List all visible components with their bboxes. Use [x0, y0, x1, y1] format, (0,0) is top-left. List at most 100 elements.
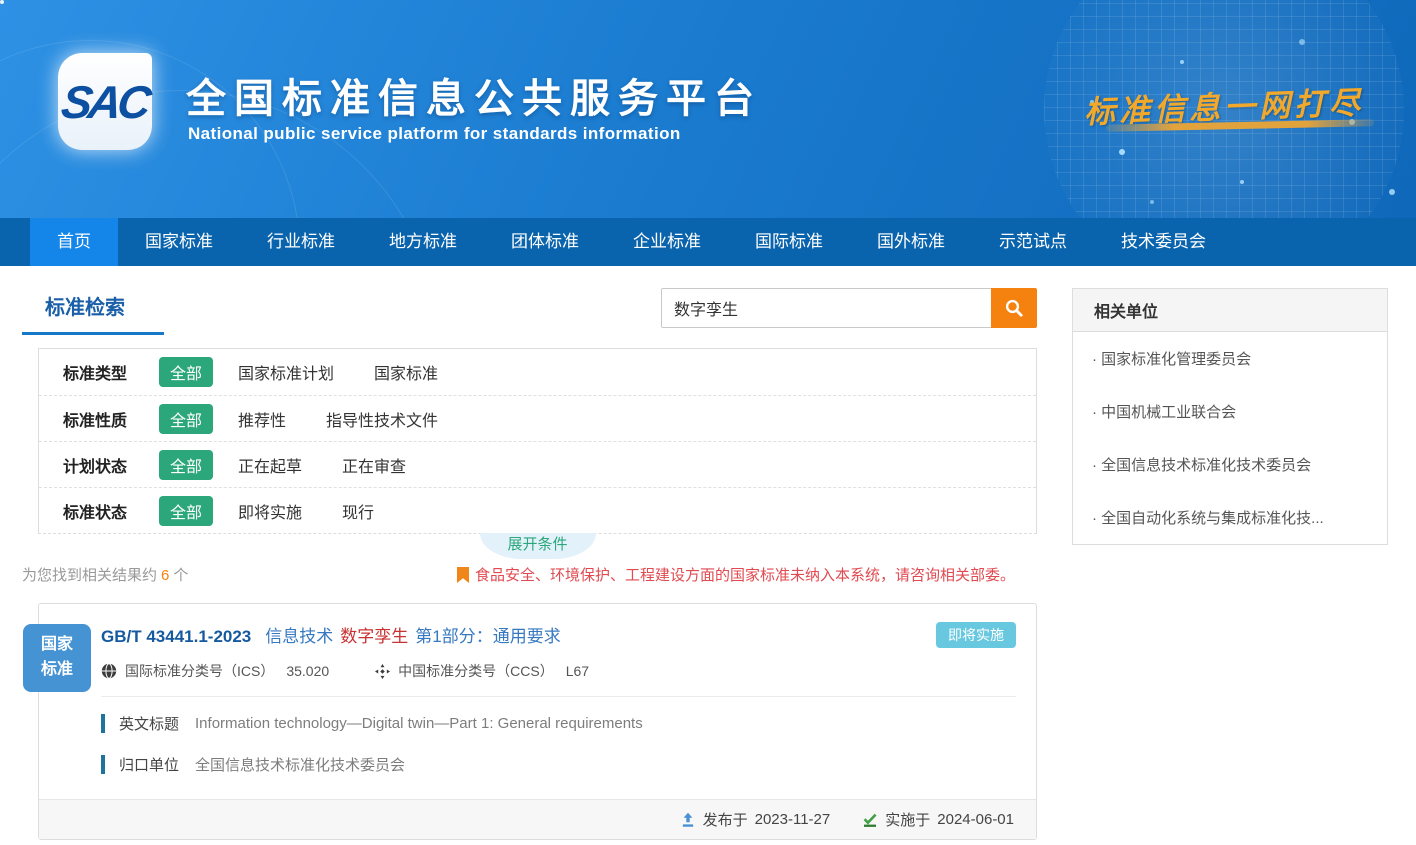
expand-conditions-button[interactable]: 展开条件	[479, 533, 595, 559]
filter-option[interactable]: 正在起草	[238, 453, 302, 477]
result-count-number: 6	[161, 567, 169, 584]
nav-item-local-standards[interactable]: 地方标准	[362, 218, 484, 266]
published-date: 2023-11-27	[755, 811, 831, 828]
search-icon	[1004, 298, 1024, 318]
filter-option[interactable]: 即将实施	[238, 499, 302, 523]
filter-row-standard-nature: 标准性质 全部 推荐性 指导性技术文件	[39, 395, 1036, 441]
nav-item-international-standards[interactable]: 国际标准	[728, 218, 850, 266]
nav-item-enterprise-standards[interactable]: 企业标准	[606, 218, 728, 266]
filter-panel: 标准类型 全部 国家标准计划 国家标准 标准性质 全部 推荐性 指导性技术文件 …	[38, 348, 1037, 534]
globe-icon	[101, 663, 117, 679]
title-post: 第1部分：通用要求	[415, 627, 560, 646]
ics-meta: 国际标准分类号（ICS） 35.020	[101, 661, 329, 681]
sidebar-item-sac[interactable]: 国家标准化管理委员会	[1073, 332, 1387, 385]
page-content: 标准检索 标准类型 全部 国家标准计划 国家标准	[0, 266, 1416, 840]
filter-row-standard-status: 标准状态 全部 即将实施 现行	[39, 487, 1036, 533]
sidebar-item-automation-committee[interactable]: 全国自动化系统与集成标准化技...	[1073, 491, 1387, 544]
published-label: 发布于	[703, 809, 748, 830]
section-title-tab: 标准检索	[22, 288, 164, 335]
title-pre: 信息技术	[265, 627, 333, 646]
field-marker-bar	[101, 755, 105, 774]
implement-check-icon	[862, 812, 878, 828]
filter-row-standard-type: 标准类型 全部 国家标准计划 国家标准	[39, 349, 1036, 395]
search-group	[661, 288, 1037, 328]
search-button[interactable]	[991, 288, 1037, 328]
site-title: 全国标准信息公共服务平台	[186, 66, 762, 124]
sidebar-item-machinery-federation[interactable]: 中国机械工业联合会	[1073, 385, 1387, 438]
badge-line-1: 国家	[41, 633, 73, 658]
site-subtitle: National public service platform for sta…	[188, 124, 681, 144]
search-input[interactable]	[661, 288, 992, 328]
nav-item-national-standards[interactable]: 国家标准	[118, 218, 240, 266]
sac-logo[interactable]: SAC	[58, 53, 152, 150]
search-row: 标准检索	[22, 288, 1037, 335]
nav-item-foreign-standards[interactable]: 国外标准	[850, 218, 972, 266]
main-column: 标准检索 标准类型 全部 国家标准计划 国家标准	[22, 288, 1037, 840]
field-english-title: 英文标题 Information technology—Digital twin…	[101, 713, 1016, 734]
result-count: 为您找到相关结果约6个	[22, 564, 188, 585]
system-notice: 食品安全、环境保护、工程建设方面的国家标准未纳入本系统，请咨询相关部委。	[457, 564, 1037, 585]
filter-label: 标准类型	[63, 360, 159, 384]
filter-all-badge[interactable]: 全部	[159, 496, 213, 526]
published-date-item: 发布于 2023-11-27	[680, 809, 831, 830]
page-title: 标准检索	[45, 297, 125, 319]
card-meta-row: 国际标准分类号（ICS） 35.020 中国标准分类号（CCS） L67	[39, 648, 1036, 696]
related-units-panel: 相关单位 国家标准化管理委员会 中国机械工业联合会 全国信息技术标准化技术委员会…	[1072, 288, 1388, 545]
notice-text: 食品安全、环境保护、工程建设方面的国家标准未纳入本系统，请咨询相关部委。	[475, 564, 1015, 585]
main-nav: 首页 国家标准 行业标准 地方标准 团体标准 企业标准 国际标准 国外标准 示范…	[0, 218, 1416, 266]
field-label: 归口单位	[119, 754, 179, 775]
filter-option[interactable]: 国家标准计划	[238, 360, 334, 384]
ics-label: 国际标准分类号（ICS）	[125, 661, 274, 681]
field-value: Information technology—Digital twin—Part…	[195, 715, 643, 732]
field-label: 英文标题	[119, 713, 179, 734]
filter-label: 标准状态	[63, 499, 159, 523]
result-info-row: 为您找到相关结果约6个 食品安全、环境保护、工程建设方面的国家标准未纳入本系统，…	[22, 564, 1037, 585]
nav-item-group-standards[interactable]: 团体标准	[484, 218, 606, 266]
card-footer: 发布于 2023-11-27 实施于 2024-06-01	[39, 799, 1036, 839]
filter-all-badge[interactable]: 全部	[159, 357, 213, 387]
card-header: GB/T 43441.1-2023 信息技术数字孪生第1部分：通用要求 即将实施	[39, 604, 1036, 648]
related-units-title: 相关单位	[1073, 289, 1387, 332]
filter-option[interactable]: 推荐性	[238, 407, 286, 431]
sac-logo-text: SAC	[59, 75, 152, 129]
implemented-date-item: 实施于 2024-06-01	[862, 809, 1014, 830]
field-value: 全国信息技术标准化技术委员会	[195, 754, 405, 775]
standard-title-link[interactable]: GB/T 43441.1-2023 信息技术数字孪生第1部分：通用要求	[101, 622, 561, 647]
compass-icon	[375, 664, 390, 679]
title-highlight: 数字孪生	[340, 627, 408, 646]
ccs-value: L67	[566, 663, 589, 679]
filter-all-badge[interactable]: 全部	[159, 404, 213, 434]
nav-item-technical-committee[interactable]: 技术委员会	[1094, 218, 1233, 266]
implemented-label: 实施于	[885, 809, 930, 830]
status-badge: 即将实施	[936, 622, 1016, 648]
standard-result-card: 国家 标准 GB/T 43441.1-2023 信息技术数字孪生第1部分：通用要求…	[38, 603, 1037, 840]
standard-code: GB/T 43441.1-2023	[101, 627, 251, 646]
bookmark-icon	[457, 567, 469, 583]
publish-upload-icon	[680, 812, 696, 828]
filter-row-plan-status: 计划状态 全部 正在起草 正在审查	[39, 441, 1036, 487]
filter-label: 标准性质	[63, 407, 159, 431]
field-committee: 归口单位 全国信息技术标准化技术委员会	[101, 754, 1016, 775]
implemented-date: 2024-06-01	[937, 811, 1014, 828]
filter-option[interactable]: 现行	[342, 499, 374, 523]
standard-type-badge: 国家 标准	[23, 624, 91, 692]
card-fields: 英文标题 Information technology—Digital twin…	[39, 697, 1036, 799]
filter-all-badge[interactable]: 全部	[159, 450, 213, 480]
ccs-meta: 中国标准分类号（CCS） L67	[375, 661, 589, 681]
ics-value: 35.020	[286, 663, 329, 679]
field-marker-bar	[101, 714, 105, 733]
nav-item-home[interactable]: 首页	[30, 218, 118, 266]
filter-option[interactable]: 国家标准	[374, 360, 438, 384]
site-header: SAC 全国标准信息公共服务平台 National public service…	[0, 0, 1416, 218]
filter-option[interactable]: 正在审查	[342, 453, 406, 477]
filter-label: 计划状态	[63, 453, 159, 477]
nav-item-industry-standards[interactable]: 行业标准	[240, 218, 362, 266]
nav-item-pilot[interactable]: 示范试点	[972, 218, 1094, 266]
sidebar-item-it-committee[interactable]: 全国信息技术标准化技术委员会	[1073, 438, 1387, 491]
sidebar: 相关单位 国家标准化管理委员会 中国机械工业联合会 全国信息技术标准化技术委员会…	[1072, 288, 1388, 545]
badge-line-2: 标准	[41, 658, 73, 683]
decor-sparkles	[0, 0, 4, 4]
result-count-prefix: 为您找到相关结果约	[22, 567, 157, 584]
filter-option[interactable]: 指导性技术文件	[326, 407, 438, 431]
result-count-suffix: 个	[173, 567, 188, 584]
